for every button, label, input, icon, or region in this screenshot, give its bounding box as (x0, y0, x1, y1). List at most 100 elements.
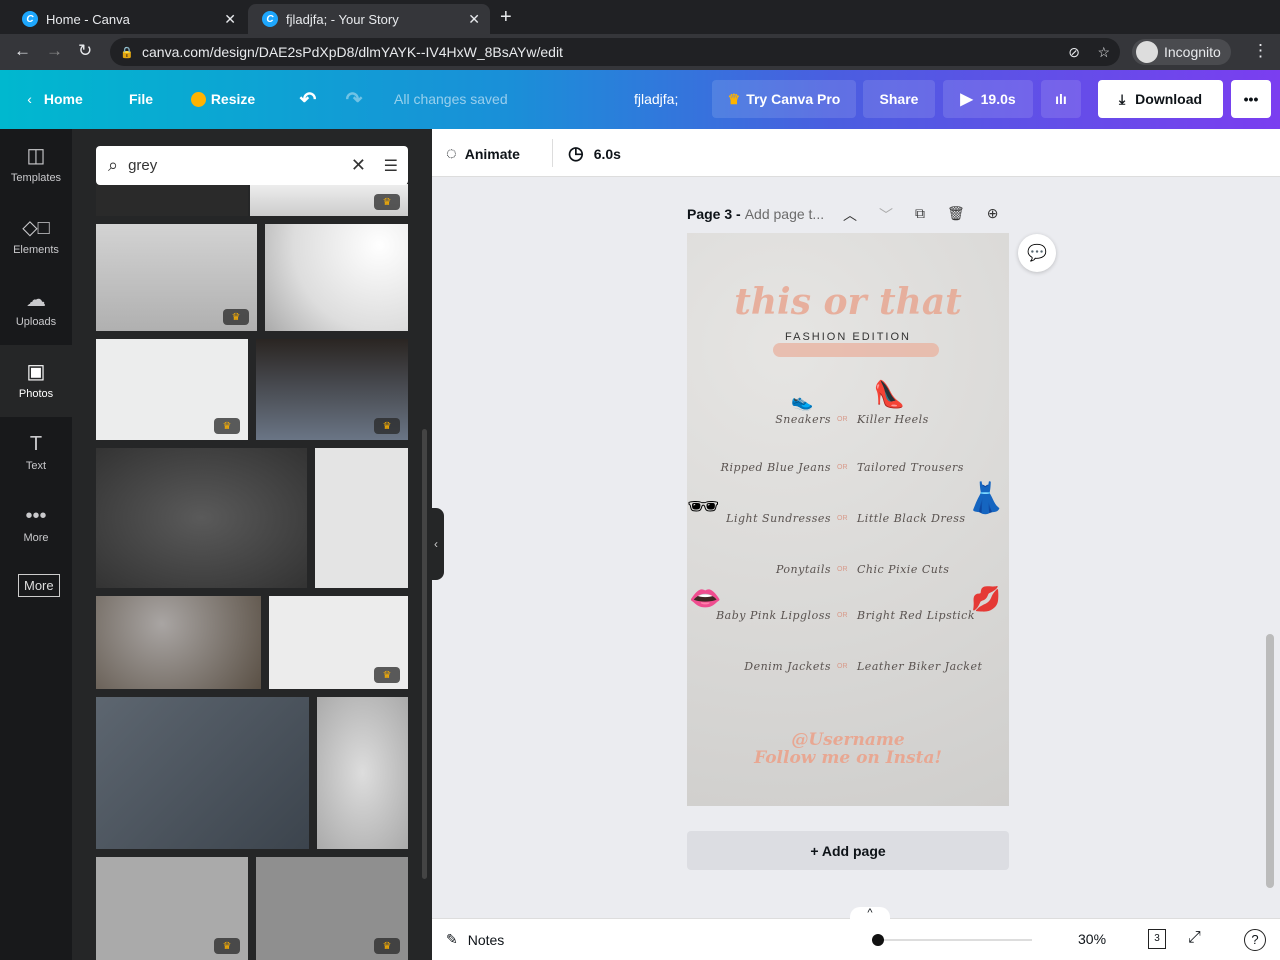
add-page-icon[interactable]: ⊕ (987, 205, 999, 225)
zoom-slider-knob[interactable] (872, 934, 884, 946)
photo-thumbnail[interactable] (96, 448, 307, 588)
star-icon[interactable]: ☆ (1097, 44, 1110, 61)
incognito-badge[interactable]: Incognito (1132, 39, 1231, 65)
sunglasses-icon: 🕶 (687, 491, 721, 521)
save-status: All changes saved (394, 91, 508, 107)
crown-icon: ♛ (374, 418, 400, 434)
photo-thumbnail[interactable]: ♛ (256, 857, 408, 960)
move-down-icon[interactable]: ﹀ (879, 205, 893, 225)
file-button[interactable]: File (120, 80, 162, 118)
clear-icon[interactable]: ✕ (351, 155, 366, 176)
templates-icon: ◫ (26, 145, 46, 167)
photo-thumbnail[interactable] (315, 448, 408, 588)
move-up-icon[interactable]: ︿ (843, 205, 857, 225)
notes-button[interactable]: ✎ Notes (446, 931, 504, 948)
duplicate-icon[interactable]: ⧉ (915, 205, 925, 225)
photo-thumbnail[interactable] (96, 596, 261, 689)
download-button[interactable]: ⤓ Download (1098, 80, 1223, 118)
option-left: Ponytails (775, 563, 831, 576)
url-input[interactable]: 🔒 canva.com/design/DAE2sPdXpD8/dlmYAYK--I… (110, 38, 1120, 66)
share-button[interactable]: Share (863, 80, 935, 118)
photo-thumbnail[interactable]: ♛ (256, 339, 408, 440)
option-left: Denim Jackets (744, 660, 831, 673)
home-button[interactable]: ‹ Home (14, 80, 96, 118)
photo-thumbnail[interactable]: ♛ (96, 224, 257, 331)
canva-favicon-icon: C (262, 11, 278, 27)
more-options-button[interactable]: ••• (1231, 80, 1271, 118)
notes-icon: ✎ (446, 931, 458, 947)
duration-button[interactable]: ◷ 6.0s (568, 143, 621, 164)
menu-icon[interactable]: ⋮ (1252, 41, 1269, 61)
undo-button[interactable]: ↶ (294, 80, 322, 118)
search-input[interactable]: ⌕ grey ✕ ☰ (96, 146, 408, 185)
option-left: Sneakers (775, 413, 831, 426)
option-right: Chic Pixie Cuts (857, 563, 950, 576)
fullscreen-icon[interactable]: ⤢ (1188, 929, 1201, 947)
rail-uploads[interactable]: ☁ Uploads (0, 273, 72, 345)
photo-thumbnail[interactable]: ♛ (96, 339, 248, 440)
reload-icon[interactable]: ↻ (78, 41, 92, 61)
kiss-icon: 💋 (971, 586, 1001, 613)
context-toolbar: ◌ Animate ◷ 6.0s (432, 129, 1280, 177)
rail-elements[interactable]: ◇□ Elements (0, 201, 72, 273)
sneaker-icon: 👟 (791, 391, 814, 411)
photo-thumbnail[interactable] (96, 697, 309, 849)
play-icon: ▶ (960, 91, 973, 108)
canva-favicon-icon: C (22, 11, 38, 27)
text-icon: T (29, 433, 43, 455)
photo-thumbnail[interactable]: ♛ (250, 184, 408, 216)
play-button[interactable]: ▶ 19.0s (943, 80, 1033, 118)
trash-icon[interactable]: 🗑 (947, 205, 965, 225)
photo-thumbnail[interactable]: ♛ (269, 596, 408, 689)
rail-more[interactable]: ••• More (0, 489, 72, 561)
add-page-button[interactable]: + Add page (687, 831, 1009, 870)
option-right: Little Black Dress (857, 512, 966, 525)
zoom-slider[interactable] (872, 934, 1032, 946)
photo-thumbnail[interactable] (317, 697, 408, 849)
rail-templates[interactable]: ◫ Templates (0, 129, 72, 201)
filter-icon[interactable]: ☰ (384, 156, 398, 176)
cloud-upload-icon: ☁ (26, 289, 46, 311)
bottom-bar: ✎ Notes ^ 30% 3 ⤢ ? (432, 907, 1280, 960)
design-page[interactable]: this or that FASHION EDITION 👟 👠 🕶 👗 👄 💋… (687, 233, 1009, 806)
option-left: Baby Pink Lipgloss (716, 609, 831, 622)
option-right: Tailored Trousers (857, 461, 964, 474)
tab-story[interactable]: Cfjladjfa; - Your Story ✕ (248, 4, 490, 34)
tab-home[interactable]: C Home - Canva ✕ (8, 4, 246, 34)
photo-thumbnail[interactable] (265, 224, 408, 331)
canvas-scrollbar[interactable] (1266, 634, 1274, 888)
back-icon[interactable]: ← (14, 41, 31, 61)
forward-icon[interactable]: → (46, 41, 63, 61)
divider (552, 139, 553, 167)
new-tab-button[interactable]: + (500, 6, 512, 29)
page-actions: ︿ ﹀ ⧉ 🗑 ⊕ (843, 205, 999, 225)
crown-icon: ♛ (727, 90, 741, 107)
page-count-button[interactable]: 3 (1148, 929, 1166, 949)
resize-button[interactable]: Resize (186, 80, 260, 118)
animate-button[interactable]: ◌ Animate (446, 143, 520, 164)
panel-scrollbar[interactable] (422, 429, 427, 879)
insights-button[interactable]: ılı (1041, 80, 1081, 118)
design-title[interactable]: fjladjfa; (634, 80, 678, 118)
rail-text[interactable]: T Text (0, 417, 72, 489)
add-comment-button[interactable]: 💬 (1018, 234, 1056, 272)
chevron-left-icon: ‹ (27, 91, 32, 107)
or-label: OR (837, 464, 848, 471)
close-tab-icon[interactable]: ✕ (224, 11, 236, 28)
image-icon: ▣ (26, 361, 46, 383)
photo-thumbnail[interactable]: ♛ (96, 857, 248, 960)
photos-panel: ♛ ⌕ grey ✕ ☰ ♛ ♛ ♛ ♛ ♛ ♛ (72, 129, 432, 960)
redo-button[interactable]: ↷ (340, 80, 368, 118)
address-bar: ← → ↻ 🔒 canva.com/design/DAE2sPdXpD8/dlmY… (0, 34, 1280, 70)
close-tab-icon[interactable]: ✕ (468, 11, 480, 28)
zoom-level[interactable]: 30% (1078, 931, 1106, 947)
crown-icon: ♛ (374, 938, 400, 954)
eye-off-icon[interactable]: ⊘ (1068, 44, 1080, 61)
photo-thumbnail[interactable] (96, 184, 248, 216)
expand-pages-button[interactable]: ^ (850, 907, 890, 919)
help-button[interactable]: ? (1244, 929, 1266, 951)
collapse-panel-button[interactable]: ‹ (428, 508, 444, 580)
page-title-input[interactable]: Add page t... (745, 206, 824, 222)
try-canva-pro-button[interactable]: ♛ Try Canva Pro (712, 80, 856, 118)
rail-photos[interactable]: ▣ Photos (0, 345, 72, 417)
